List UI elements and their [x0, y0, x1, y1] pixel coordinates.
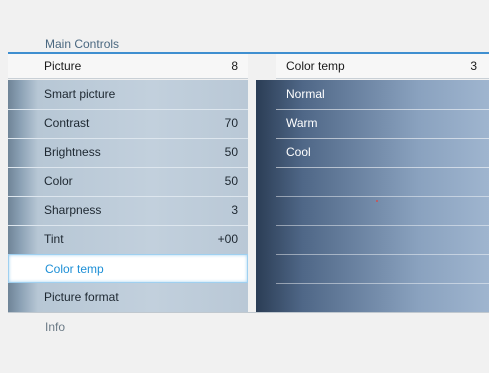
menu-title: Main Controls	[45, 37, 120, 51]
indicator-dot	[376, 200, 378, 202]
option-label: Warm	[286, 116, 318, 130]
menu-item-sharpness[interactable]: Sharpness 3	[8, 196, 248, 226]
menu-item-value: 50	[224, 145, 238, 159]
color-temp-options-panel: Normal Warm Cool	[256, 80, 489, 312]
color-temp-option-warm[interactable]: Warm	[276, 109, 489, 139]
menu-item-contrast[interactable]: Contrast 70	[8, 109, 248, 139]
footer-divider	[8, 312, 489, 313]
menu-item-label: Brightness	[44, 145, 101, 159]
menu-item-label: Sharpness	[44, 203, 102, 217]
color-temp-option-cool[interactable]: Cool	[276, 138, 489, 168]
menu-item-label: Smart picture	[44, 87, 116, 101]
option-label: Normal	[286, 87, 325, 101]
picture-header-label: Picture	[44, 59, 82, 73]
menu-item-tint[interactable]: Tint +00	[8, 225, 248, 255]
picture-header-value: 8	[231, 59, 238, 73]
menu-item-smart-picture[interactable]: Smart picture	[8, 80, 248, 110]
menu-item-value: 3	[231, 203, 238, 217]
menu-item-brightness[interactable]: Brightness 50	[8, 138, 248, 168]
color-temp-option-normal[interactable]: Normal	[276, 80, 489, 110]
empty-slot-divider	[276, 196, 489, 197]
color-temp-header: Color temp 3	[276, 54, 489, 79]
tv-settings-screen: Main Controls Picture 8 Color temp 3 Sma…	[0, 0, 489, 373]
picture-menu-panel: Smart picture Contrast 70 Brightness 50 …	[8, 80, 248, 313]
info-label: Info	[45, 320, 66, 334]
menu-item-color[interactable]: Color 50	[8, 167, 248, 197]
menu-item-value: +00	[217, 232, 238, 246]
menu-item-color-temp[interactable]: Color temp	[8, 254, 248, 283]
menu-item-value: 70	[224, 116, 238, 130]
empty-slot-divider	[276, 283, 489, 284]
empty-slot-divider	[276, 225, 489, 226]
menu-item-label: Color	[44, 174, 73, 188]
color-temp-header-label: Color temp	[286, 59, 345, 73]
empty-slot-divider	[276, 254, 489, 255]
menu-item-label: Color temp	[45, 262, 104, 276]
menu-item-label: Picture format	[44, 290, 119, 304]
option-label: Cool	[286, 145, 311, 159]
menu-item-label: Contrast	[44, 116, 90, 130]
menu-item-picture-format[interactable]: Picture format	[8, 283, 248, 313]
color-temp-header-value: 3	[470, 59, 477, 73]
picture-header[interactable]: Picture 8	[8, 54, 248, 79]
menu-item-value: 50	[224, 174, 238, 188]
menu-item-label: Tint	[44, 232, 64, 246]
